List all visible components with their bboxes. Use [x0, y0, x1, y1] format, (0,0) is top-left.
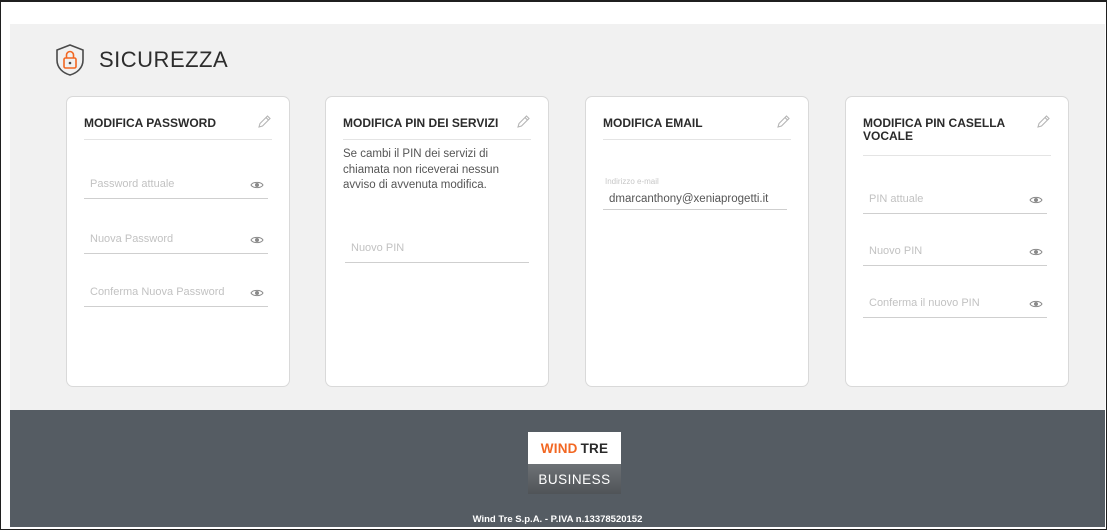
card-header: MODIFICA PASSWORD — [84, 97, 272, 140]
new-pin-servizi-field[interactable]: Nuovo PIN — [345, 236, 529, 263]
card-title: MODIFICA PIN CASELLA VOCALE — [863, 116, 1005, 143]
eye-icon[interactable] — [1029, 195, 1043, 205]
email-field[interactable]: dmarcanthony@xeniaprogetti.it — [603, 187, 787, 210]
card-title: MODIFICA EMAIL — [603, 116, 703, 130]
logo-wind-text: WIND — [540, 440, 578, 456]
card-modifica-pin-casella-vocale: MODIFICA PIN CASELLA VOCALE PIN attuale … — [845, 96, 1069, 387]
card-header: MODIFICA PIN CASELLA VOCALE — [863, 97, 1051, 156]
field-placeholder: PIN attuale — [869, 193, 924, 205]
current-password-field[interactable]: Password attuale — [84, 172, 268, 199]
main-content: SICUREZZA MODIFICA PASSWORD Password att… — [10, 24, 1105, 410]
confirm-password-field[interactable]: Conferma Nuova Password — [84, 280, 268, 307]
pencil-icon[interactable] — [256, 114, 272, 130]
eye-icon[interactable] — [1029, 299, 1043, 309]
field-placeholder: Nuovo PIN — [869, 245, 923, 257]
card-header: MODIFICA EMAIL — [603, 97, 791, 140]
section-header: SICUREZZA — [53, 43, 228, 77]
card-title: MODIFICA PIN DEI SERVIZI — [343, 116, 499, 130]
field-placeholder: Password attuale — [90, 178, 175, 190]
field-placeholder: Nuova Password — [90, 233, 174, 245]
email-label: Indirizzo e-mail — [605, 177, 659, 186]
footer: WIND TRE BUSINESS Wind Tre S.p.A. - P.IV… — [10, 410, 1105, 527]
pencil-icon[interactable] — [1035, 114, 1051, 130]
eye-icon[interactable] — [250, 235, 264, 245]
logo-business-text: BUSINESS — [528, 464, 621, 494]
eye-icon[interactable] — [250, 288, 264, 298]
logo-top: WIND TRE — [528, 432, 621, 464]
card-header: MODIFICA PIN DEI SERVIZI — [343, 97, 531, 140]
card-modifica-email: MODIFICA EMAIL Indirizzo e-mail dmarcant… — [585, 96, 809, 387]
new-password-field[interactable]: Nuova Password — [84, 227, 268, 254]
eye-icon[interactable] — [250, 180, 264, 190]
card-modifica-password: MODIFICA PASSWORD Password attuale Nuova… — [66, 96, 290, 387]
logo-tre-text: TRE — [580, 440, 609, 456]
field-placeholder: Nuovo PIN — [351, 242, 405, 254]
page-title: SICUREZZA — [99, 47, 229, 72]
card-modifica-pin-servizi: MODIFICA PIN DEI SERVIZI Se cambi il PIN… — [325, 96, 549, 387]
windtre-business-logo: WIND TRE BUSINESS — [528, 432, 621, 494]
current-pin-field[interactable]: PIN attuale — [863, 187, 1047, 214]
new-pin-field[interactable]: Nuovo PIN — [863, 239, 1047, 266]
card-title: MODIFICA PASSWORD — [84, 116, 216, 130]
pencil-icon[interactable] — [775, 114, 791, 130]
footer-copyright: Wind Tre S.p.A. - P.IVA n.13378520152 — [472, 514, 643, 525]
email-value: dmarcanthony@xeniaprogetti.it — [609, 193, 769, 205]
field-placeholder: Conferma Nuova Password — [90, 286, 225, 298]
eye-icon[interactable] — [1029, 247, 1043, 257]
field-placeholder: Conferma il nuovo PIN — [869, 297, 980, 309]
shield-lock-icon — [56, 44, 84, 76]
confirm-pin-field[interactable]: Conferma il nuovo PIN — [863, 291, 1047, 318]
pin-servizi-description: Se cambi il PIN dei servizi di chiamata … — [343, 148, 499, 191]
pencil-icon[interactable] — [515, 114, 531, 130]
